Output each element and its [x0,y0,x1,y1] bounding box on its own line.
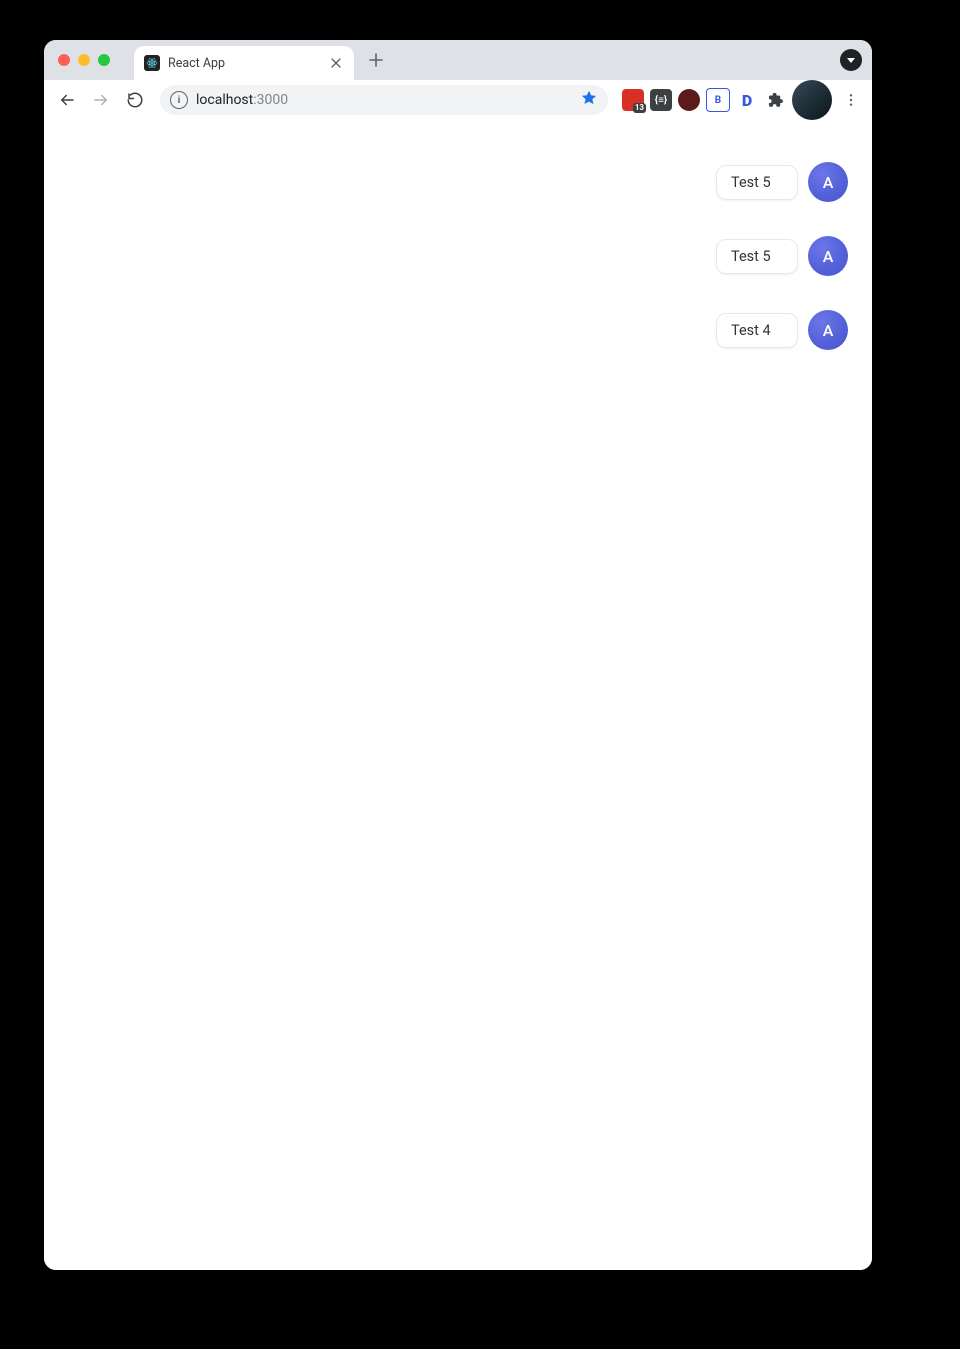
tab-strip: React App [44,40,872,80]
window-zoom-button[interactable] [98,54,110,66]
account-chevron-button[interactable] [840,49,862,71]
message-bubble[interactable]: Test 4 [716,313,798,348]
window-right-controls [840,40,862,80]
react-icon [144,55,160,71]
message-bubble[interactable]: Test 5 [716,165,798,200]
extension-red-icon[interactable]: 13 [622,89,644,111]
bookmark-star-icon[interactable] [580,89,598,111]
window-close-button[interactable] [58,54,70,66]
extension-bi-icon[interactable]: B [706,88,730,112]
message-row: Test 5 A [716,162,848,202]
url-host: localhost [196,92,253,108]
sender-avatar[interactable]: A [808,236,848,276]
extension-maroon-icon[interactable] [678,89,700,111]
avatar-initial: A [823,321,834,340]
browser-window: React App [44,40,872,1270]
extension-d-icon[interactable]: D [736,89,758,111]
extension-badge: 13 [633,103,646,113]
profile-avatar-icon[interactable] [792,80,832,120]
message-bubble[interactable]: Test 5 [716,239,798,274]
window-traffic-lights [54,40,116,80]
message-text: Test 5 [731,248,771,265]
browser-toolbar: i localhost:3000 13 {≡} B D [44,80,872,121]
sender-avatar[interactable]: A [808,310,848,350]
avatar-initial: A [823,247,834,266]
avatar-initial: A [823,173,834,192]
site-info-icon[interactable]: i [170,91,188,109]
reload-button[interactable] [120,85,150,115]
message-list: Test 5 A Test 5 A Test 4 [716,162,848,350]
url-text: localhost:3000 [196,92,572,108]
page-viewport: Test 5 A Test 5 A Test 4 [44,120,872,1270]
new-tab-button[interactable] [362,46,390,74]
message-row: Test 4 A [716,310,848,350]
extensions-row: 13 {≡} B D [618,80,864,120]
chrome-menu-button[interactable] [838,89,864,111]
tab-close-button[interactable] [328,55,344,71]
browser-tab-active[interactable]: React App [134,46,354,80]
message-text: Test 4 [731,322,771,339]
back-button[interactable] [52,85,82,115]
tab-title: React App [168,56,320,71]
window-minimize-button[interactable] [78,54,90,66]
url-port: :3000 [253,92,288,108]
forward-button[interactable] [86,85,116,115]
extension-braces-icon[interactable]: {≡} [650,89,672,111]
address-bar[interactable]: i localhost:3000 [160,85,608,115]
message-row: Test 5 A [716,236,848,276]
message-text: Test 5 [731,174,771,191]
extensions-puzzle-icon[interactable] [764,89,786,111]
sender-avatar[interactable]: A [808,162,848,202]
